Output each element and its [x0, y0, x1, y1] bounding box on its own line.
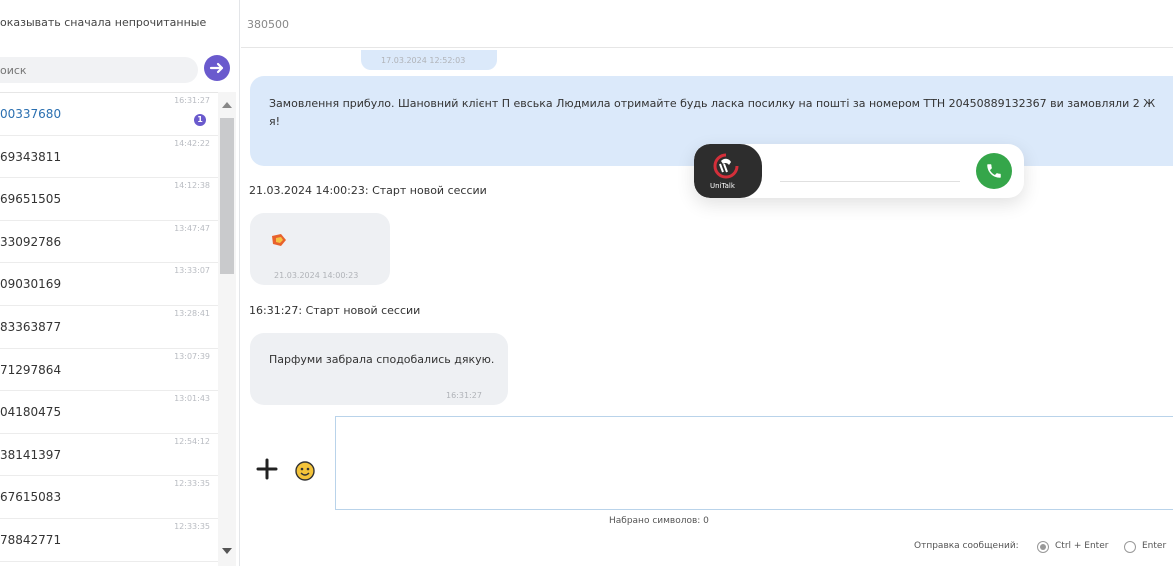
session-start-label: 16:31:27: Старт новой сессии [249, 304, 421, 317]
contact-time: 16:31:27 [174, 96, 210, 105]
message-text: Парфуми забрала сподобались дякую. [269, 353, 495, 366]
search-input[interactable] [0, 57, 190, 83]
contact-time: 12:54:12 [174, 436, 210, 446]
chat-header: 380500 [241, 0, 1173, 48]
message-timestamp: 17.03.2024 12:52:03 [381, 56, 466, 65]
contact-time: 13:28:41 [174, 308, 210, 318]
radio-ctrl-enter[interactable] [1037, 541, 1049, 553]
message-thread: 17.03.2024 12:52:03 Замовлення прибуло. … [241, 48, 1173, 410]
contact-number: 09030169 [0, 277, 62, 292]
scroll-up-icon[interactable] [222, 102, 232, 108]
search-box [0, 57, 198, 83]
list-item[interactable]: 69651505 14:12:38 [0, 178, 218, 221]
call-button[interactable] [976, 153, 1012, 189]
contact-number: 71297864 [0, 362, 62, 377]
search-go-button[interactable] [204, 55, 230, 81]
arrow-right-icon [209, 62, 224, 74]
session-start-label: 21.03.2024 14:00:23: Старт новой сессии [249, 184, 487, 197]
unitalk-logo-text: UniTalk [710, 182, 735, 190]
incoming-message: 21.03.2024 14:00:23 [250, 213, 390, 285]
list-item[interactable]: 33092786 13:47:47 [0, 221, 218, 264]
chat-panel: 380500 17.03.2024 12:52:03 Замовлення пр… [241, 0, 1173, 566]
list-item[interactable]: 38141397 12:54:12 [0, 434, 218, 477]
chat-app: оказывать сначала непрочитанные 00337680… [0, 0, 1173, 584]
message-text-continued: я! [269, 115, 281, 128]
incoming-message: Парфуми забрала сподобались дякую. 16:31… [250, 333, 508, 405]
contact-number: 69651505 [0, 192, 62, 207]
contact-number: 04180475 [0, 405, 62, 420]
unitalk-logo-icon [713, 153, 739, 179]
contact-number: 83363877 [0, 319, 62, 334]
contact-number: 67615083 [0, 490, 62, 505]
unitalk-logo: UniTalk [694, 144, 762, 198]
radio-enter[interactable] [1124, 541, 1136, 553]
contact-list: 00337680 16:31:27 1 69343811 14:42:22 69… [0, 92, 218, 566]
contact-time: 13:33:07 [174, 266, 210, 276]
list-item[interactable]: 78842771 12:33:35 [0, 519, 218, 562]
scroll-down-icon[interactable] [222, 548, 232, 554]
message-composer: Набрано символов: 0 Отправка сообщений: … [241, 410, 1173, 566]
message-time-tab: 17.03.2024 12:52:03 [361, 50, 497, 70]
contact-time: 12:33:35 [174, 479, 210, 489]
contact-time: 14:42:22 [174, 138, 210, 148]
sticker-icon [272, 234, 286, 246]
message-input[interactable] [335, 416, 1173, 510]
contact-time: 12:33:35 [174, 521, 210, 531]
contact-number: 33092786 [0, 234, 62, 249]
list-item[interactable]: 04180475 13:01:43 [0, 391, 218, 434]
list-item[interactable]: 09030169 13:33:07 [0, 263, 218, 306]
contact-time: 13:01:43 [174, 394, 210, 404]
list-scrollbar[interactable] [218, 92, 236, 566]
char-count: Набрано символов: 0 [609, 516, 709, 526]
chat-phone-number: 380500 [247, 18, 289, 31]
call-widget: UniTalk [694, 144, 1024, 198]
send-mode-label: Отправка сообщений: [914, 541, 1019, 551]
contact-number: 00337680 [0, 107, 62, 121]
phone-icon [987, 164, 1001, 178]
list-item[interactable]: 00337680 16:31:27 1 [0, 93, 218, 136]
plus-icon[interactable] [256, 458, 278, 480]
unread-first-toggle[interactable]: оказывать сначала непрочитанные [0, 16, 206, 29]
contact-time: 13:07:39 [174, 351, 210, 361]
list-item[interactable]: 67615083 12:33:35 [0, 476, 218, 519]
radio-enter-label[interactable]: Enter [1142, 541, 1166, 551]
contact-number: 69343811 [0, 149, 62, 164]
contacts-sidebar: оказывать сначала непрочитанные 00337680… [0, 0, 240, 566]
unread-badge: 1 [194, 114, 206, 126]
contact-number: 78842771 [0, 532, 62, 547]
list-item[interactable]: 71297864 13:07:39 [0, 349, 218, 392]
message-timestamp: 21.03.2024 14:00:23 [274, 271, 359, 280]
call-number-input[interactable] [780, 158, 960, 182]
message-timestamp: 16:31:27 [446, 391, 482, 400]
radio-ctrl-enter-label[interactable]: Ctrl + Enter [1055, 541, 1108, 551]
contact-number: 38141397 [0, 447, 62, 462]
list-item[interactable]: 69343811 14:42:22 [0, 136, 218, 179]
scroll-thumb[interactable] [220, 118, 234, 274]
contact-time: 13:47:47 [174, 223, 210, 233]
list-item[interactable]: 83363877 13:28:41 [0, 306, 218, 349]
emoji-icon[interactable] [294, 460, 316, 482]
contact-time: 14:12:38 [174, 181, 210, 191]
message-text: Замовлення прибуло. Шановний клієнт П ев… [269, 97, 1156, 110]
